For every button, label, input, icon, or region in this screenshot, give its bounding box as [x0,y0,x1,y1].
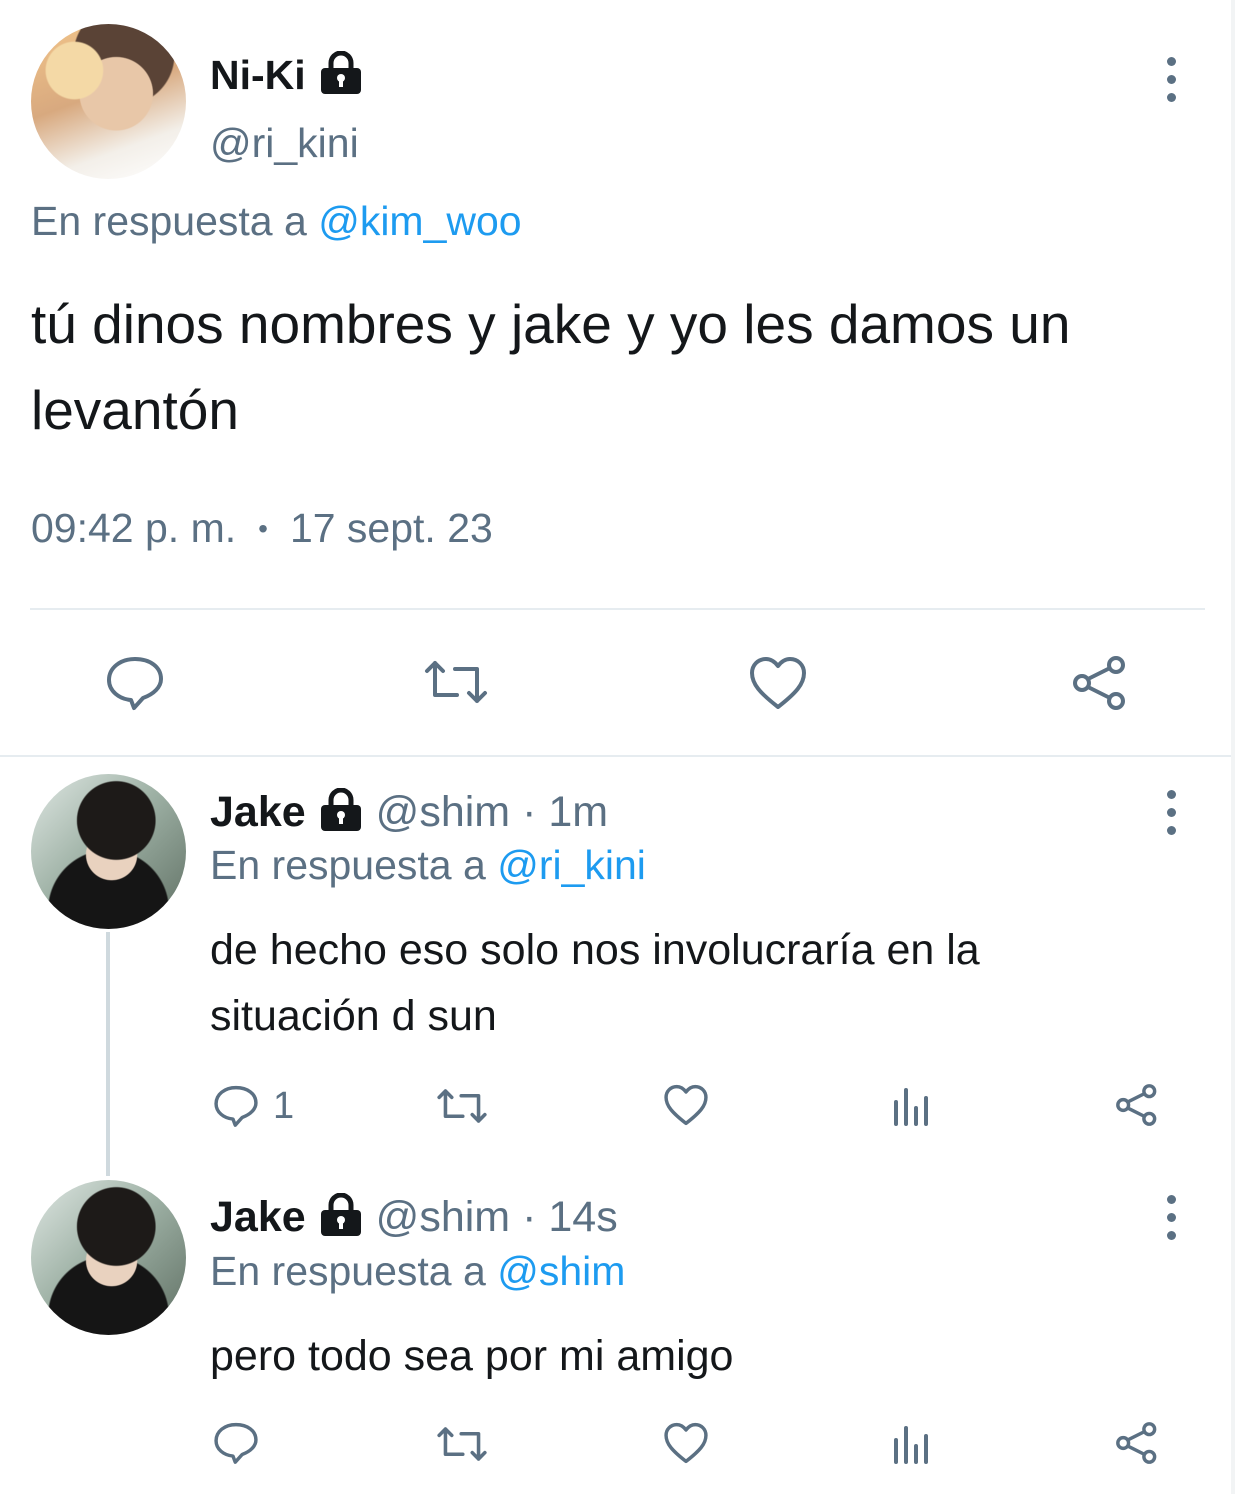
main-time[interactable]: 09:42 p. m. [31,505,236,553]
avatar-niki[interactable] [31,24,186,179]
reply-icon[interactable] [105,655,165,711]
avatar-jake[interactable] [31,1180,186,1335]
reply1-display-name[interactable]: Jake [210,788,306,837]
lock-icon [318,1192,364,1242]
lock-icon [318,50,364,100]
retweet-icon[interactable] [436,1084,488,1128]
more-vertical-icon[interactable] [1164,790,1178,835]
reply-prefix: En respuesta a [31,198,307,244]
reply-to-link[interactable]: @ri_kini [497,842,646,888]
reply2-text-line1: pero todo sea por mi amigo [210,1332,734,1380]
reply-icon[interactable]: 1 [213,1084,294,1128]
reply1-reply-count: 1 [273,1084,295,1127]
reply2-display-name[interactable]: Jake [210,1193,306,1242]
more-vertical-icon[interactable] [1164,1195,1178,1240]
main-author-row: Ni-Ki [210,48,364,102]
reply2-age[interactable]: · 14s [522,1193,618,1242]
reply1-reply-context: En respuesta a @ri_kini [210,842,646,889]
share-icon[interactable] [1114,1082,1160,1128]
reply1-text-line1: de hecho eso solo nos involucraría en la [210,926,980,974]
section-divider [0,755,1235,757]
retweet-icon[interactable] [436,1422,488,1466]
more-vertical-icon[interactable] [1164,57,1178,102]
heart-icon[interactable] [663,1421,709,1465]
main-date[interactable]: 17 sept. 23 [290,505,493,553]
main-display-name[interactable]: Ni-Ki [210,52,306,99]
reply-to-link[interactable]: @kim_woo [318,198,521,244]
heart-icon[interactable] [663,1083,709,1127]
lock-icon [318,787,364,837]
reply1-handle[interactable]: @shim [376,788,510,837]
share-icon[interactable] [1070,653,1130,713]
main-timestamp-row: 09:42 p. m. • 17 sept. 23 [31,505,493,553]
analytics-icon[interactable] [891,1424,933,1464]
reply-to-link[interactable]: @shim [497,1248,625,1294]
reply2-reply-context: En respuesta a @shim [210,1248,625,1295]
reply1-text-line2: situación d sun [210,992,497,1040]
reply2-author-row: Jake @shim · 14s [210,1191,618,1243]
main-handle[interactable]: @ri_kini [210,120,359,167]
right-edge-line [1231,0,1235,1494]
separator: • [258,513,268,544]
thread-line [106,932,110,1176]
retweet-icon[interactable] [423,655,489,709]
reply1-author-row: Jake @shim · 1m [210,786,608,838]
main-divider [30,608,1205,610]
reply2-handle[interactable]: @shim [376,1193,510,1242]
share-icon[interactable] [1114,1420,1160,1466]
avatar-jake[interactable] [31,774,186,929]
main-tweet-text-line2: levantón [31,379,239,441]
reply-prefix: En respuesta a [210,842,486,888]
reply-icon[interactable] [213,1421,259,1465]
main-tweet-text-line1: tú dinos nombres y jake y yo les damos u… [31,293,1071,355]
reply-prefix: En respuesta a [210,1248,486,1294]
reply1-age[interactable]: · 1m [522,788,608,837]
analytics-icon[interactable] [891,1086,933,1126]
heart-icon[interactable] [748,655,808,711]
main-reply-context: En respuesta a @kim_woo [31,198,522,245]
